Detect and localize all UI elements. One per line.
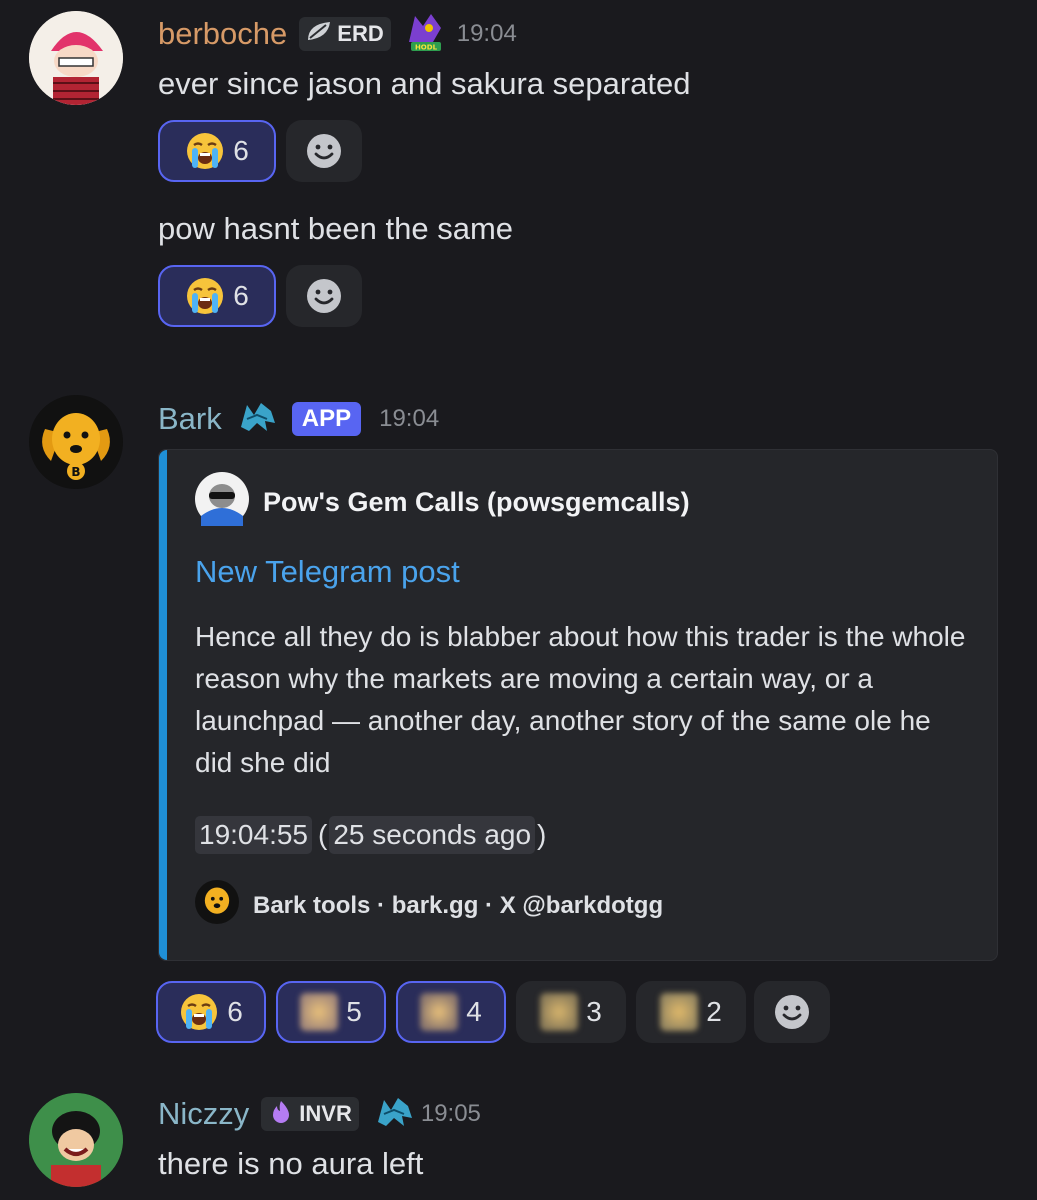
wolf-badge-icon[interactable] [234, 397, 280, 442]
reaction-count: 6 [233, 135, 249, 166]
blurred-emoji-icon [420, 993, 459, 1031]
embed-time-chip: 19:04:55 [195, 816, 312, 854]
app-tag: APP [291, 402, 362, 436]
add-reaction-button[interactable] [754, 981, 830, 1043]
reaction-count: 5 [346, 996, 362, 1027]
smile-icon [304, 276, 344, 316]
timestamp[interactable]: 19:05 [421, 1100, 481, 1128]
avatar[interactable] [29, 11, 123, 105]
paren-open: ( [318, 819, 328, 850]
avatar[interactable] [29, 1093, 123, 1187]
message-text: pow hasnt been the same [158, 211, 514, 246]
paren-close: ) [537, 819, 547, 850]
reaction-count: 2 [706, 996, 722, 1027]
reaction-button[interactable]: 6 [158, 265, 276, 327]
hodl-badge-icon[interactable]: HODL [403, 12, 447, 57]
reaction-button[interactable]: 4 [396, 981, 506, 1043]
reaction-button[interactable]: 2 [636, 981, 746, 1043]
svg-text:B: B [71, 465, 80, 479]
embed-author[interactable]: Pow's Gem Calls (powsgemcalls) [195, 472, 690, 533]
loudly-crying-face-icon [179, 992, 219, 1032]
guild-tag[interactable]: INVR [261, 1097, 359, 1131]
reaction-button[interactable]: 6 [158, 120, 276, 182]
embed-footer-icon [195, 880, 239, 931]
embed-author-name: Pow's Gem Calls (powsgemcalls) [263, 487, 690, 517]
blurred-emoji-icon [660, 993, 699, 1031]
message-text: ever since jason and sakura separated [158, 66, 691, 101]
timestamp[interactable]: 19:04 [457, 20, 517, 48]
blurred-emoji-icon [300, 993, 339, 1031]
reaction-count: 6 [233, 280, 249, 311]
reaction-count: 4 [466, 996, 482, 1027]
guild-tag[interactable]: ERD [299, 17, 391, 51]
embed-author-avatar [195, 472, 249, 533]
username[interactable]: Bark [158, 401, 222, 437]
reaction-button[interactable]: 6 [156, 981, 266, 1043]
username[interactable]: berboche [158, 16, 287, 52]
embed-footer: Bark tools · bark.gg · X @barkdotgg [195, 880, 663, 931]
embed-title[interactable]: New Telegram post [195, 554, 460, 590]
add-reaction-button[interactable] [286, 120, 362, 182]
embed-footer-text: Bark tools · bark.gg · X @barkdotgg [253, 891, 664, 919]
reaction-button[interactable]: 5 [276, 981, 386, 1043]
embed-timestamp: 19:04:55 ( 25 seconds ago ) [195, 816, 546, 854]
reaction-count: 3 [586, 996, 602, 1027]
svg-text:HODL: HODL [415, 43, 438, 51]
embed: Pow's Gem Calls (powsgemcalls) New Teleg… [158, 449, 998, 961]
smile-icon [304, 131, 344, 171]
embed-relative-time-chip: 25 seconds ago [329, 816, 536, 854]
reaction-count: 6 [227, 996, 243, 1027]
reaction-button[interactable]: 3 [516, 981, 626, 1043]
username[interactable]: Niczzy [158, 1096, 249, 1132]
blurred-emoji-icon [540, 993, 579, 1031]
guild-tag-label: INVR [299, 1101, 352, 1126]
add-reaction-button[interactable] [286, 265, 362, 327]
wolf-badge-icon[interactable] [371, 1092, 417, 1137]
message-text: there is no aura left [158, 1146, 424, 1181]
guild-tag-label: ERD [337, 21, 384, 46]
loudly-crying-face-icon [185, 276, 225, 316]
avatar[interactable]: B [29, 395, 123, 489]
smile-icon [772, 992, 812, 1032]
embed-accent-bar [159, 450, 167, 960]
timestamp[interactable]: 19:04 [379, 405, 439, 433]
embed-description: Hence all they do is blabber about how t… [195, 621, 966, 778]
leaf-icon [306, 20, 332, 48]
purple-flame-icon [268, 1099, 294, 1129]
loudly-crying-face-icon [185, 131, 225, 171]
